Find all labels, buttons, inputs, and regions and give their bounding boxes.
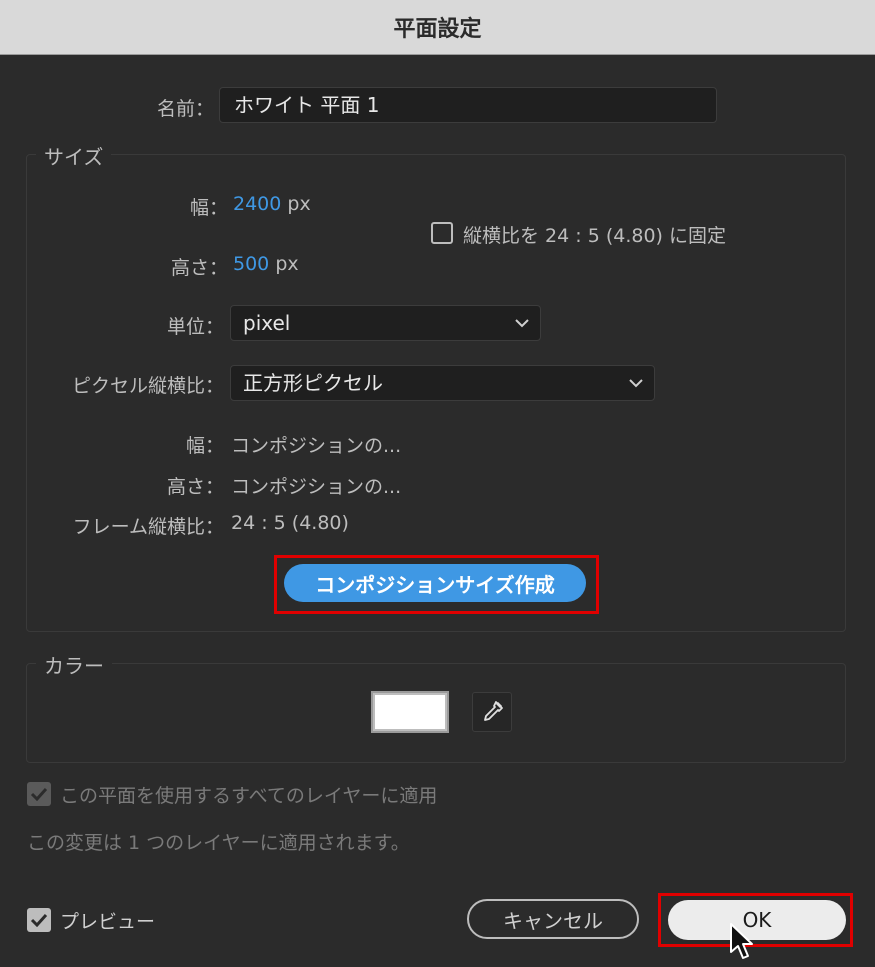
make-comp-size-button[interactable]: コンポジションサイズ作成 — [284, 564, 586, 602]
height-field[interactable]: 500 px — [233, 253, 299, 275]
width-field[interactable]: 2400 px — [233, 193, 311, 215]
pixel-aspect-select[interactable]: 正方形ピクセル — [230, 365, 655, 401]
pixel-aspect-select-value: 正方形ピクセル — [243, 371, 383, 395]
size-group-legend: サイズ — [36, 141, 112, 170]
eyedropper-icon — [484, 701, 503, 721]
pixel-aspect-label: ピクセル縦横比： — [71, 375, 224, 397]
frame-aspect-label: フレーム縦横比： — [72, 516, 224, 538]
comp-width-value: コンポジションの... — [231, 435, 402, 457]
color-swatch-fill — [375, 695, 445, 729]
checkmark-icon — [30, 913, 48, 927]
color-swatch[interactable] — [371, 691, 449, 733]
units-select[interactable]: pixel — [230, 305, 541, 341]
height-label: 高さ： — [170, 257, 228, 279]
checkmark-icon — [30, 787, 48, 801]
chevron-down-icon — [628, 366, 644, 400]
width-unit: px — [287, 193, 311, 215]
lock-aspect-label: 縦横比を 24 : 5 (4.80) に固定 — [463, 225, 726, 247]
lock-aspect-checkbox[interactable] — [431, 222, 453, 244]
height-unit: px — [275, 253, 299, 275]
units-select-value: pixel — [243, 311, 291, 335]
preview-checkbox[interactable] — [27, 908, 51, 932]
width-value[interactable]: 2400 — [233, 193, 281, 215]
apply-all-checkbox[interactable] — [27, 782, 51, 806]
width-label: 幅： — [189, 197, 228, 219]
title-bar: 平面設定 — [0, 0, 875, 55]
comp-height-label: 高さ： — [166, 476, 224, 498]
name-input[interactable]: ホワイト 平面 1 — [219, 87, 717, 123]
name-label: 名前： — [156, 98, 214, 120]
window-title: 平面設定 — [393, 17, 482, 42]
ok-button[interactable]: OK — [668, 900, 846, 940]
units-label: 単位： — [166, 316, 224, 338]
mouse-cursor-icon — [730, 923, 753, 959]
frame-aspect-value: 24 : 5 (4.80) — [231, 512, 349, 534]
preview-label: プレビュー — [60, 911, 156, 933]
apply-all-label: この平面を使用するすべてのレイヤーに適用 — [60, 785, 438, 807]
color-group-legend: カラー — [36, 650, 112, 679]
info-text: この変更は 1 つのレイヤーに適用されます。 — [27, 832, 410, 854]
eyedropper-button[interactable] — [472, 692, 512, 732]
comp-width-label: 幅： — [185, 435, 224, 457]
comp-height-value: コンポジションの... — [231, 476, 402, 498]
cancel-button[interactable]: キャンセル — [467, 899, 639, 939]
height-value[interactable]: 500 — [233, 253, 269, 275]
chevron-down-icon — [514, 306, 530, 340]
